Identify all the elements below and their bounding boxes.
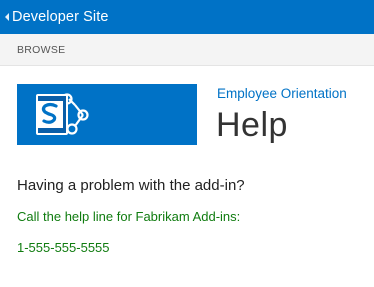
chevron-left-icon[interactable]: [5, 13, 9, 21]
page-title: Help: [216, 106, 288, 144]
sharepoint-logo-icon: [17, 84, 197, 145]
ribbon-bar: BROWSE: [0, 34, 374, 66]
problem-question: Having a problem with the add-in?: [17, 177, 245, 194]
sharepoint-logo-graphic: [36, 93, 89, 135]
suite-bar: Developer Site: [0, 0, 374, 34]
developer-site-link[interactable]: Developer Site: [12, 9, 109, 25]
help-line-instruction: Call the help line for Fabrikam Add-ins:: [17, 209, 241, 224]
app-title-link[interactable]: Employee Orientation: [217, 86, 347, 101]
help-phone-number: 1-555-555-5555: [17, 240, 110, 255]
tab-browse[interactable]: BROWSE: [17, 44, 65, 56]
